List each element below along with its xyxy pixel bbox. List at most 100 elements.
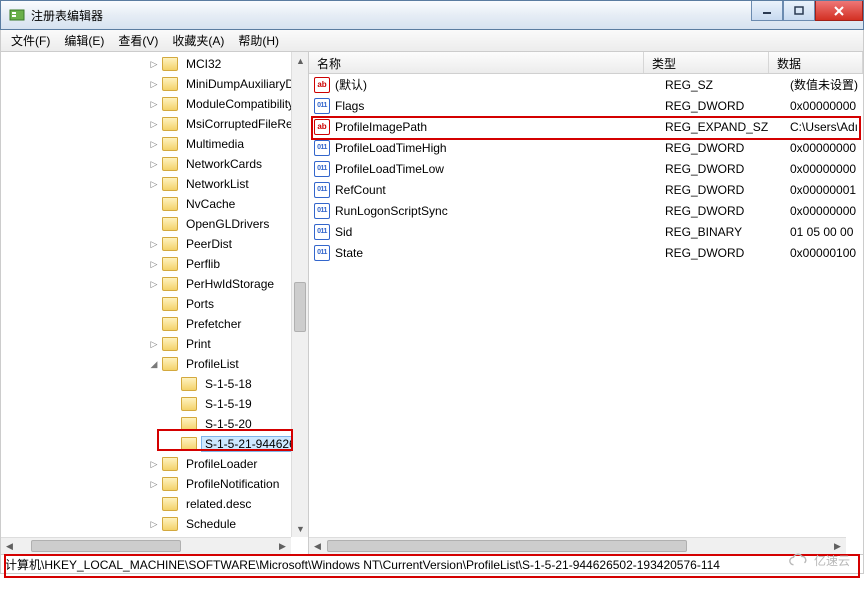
list-scrollbar-horizontal[interactable]: ◀ ▶ <box>309 537 846 554</box>
tree-item-label: Print <box>182 337 215 351</box>
expand-icon[interactable]: ▷ <box>148 518 160 530</box>
value-name: ProfileLoadTimeHigh <box>335 141 665 155</box>
value-name: RefCount <box>335 183 665 197</box>
tree-item[interactable]: ▷ Print <box>1 334 308 354</box>
string-value-icon: ab <box>313 77 331 93</box>
folder-icon <box>162 297 178 311</box>
list-header: 名称 类型 数据 <box>309 52 863 74</box>
value-data: 0x00000100 <box>790 246 863 260</box>
expand-icon <box>148 298 160 310</box>
tree-item[interactable]: ▷ MsiCorruptedFileRec <box>1 114 308 134</box>
tree-item[interactable]: Ports <box>1 294 308 314</box>
tree-scrollbar-vertical[interactable]: ▲ ▼ <box>291 52 308 537</box>
tree-item[interactable]: ▷ ModuleCompatibility <box>1 94 308 114</box>
folder-icon <box>181 437 197 451</box>
tree-item[interactable]: ▷PeerDist <box>1 234 308 254</box>
tree-item[interactable]: ▷ProfileNotification <box>1 474 308 494</box>
tree-item-label: ModuleCompatibility <box>182 97 298 111</box>
col-name[interactable]: 名称 <box>309 52 644 73</box>
expand-icon[interactable]: ▷ <box>148 278 160 290</box>
expand-icon[interactable]: ▷ <box>148 138 160 150</box>
minimize-button[interactable] <box>751 1 783 21</box>
value-row[interactable]: 011StateREG_DWORD0x00000100 <box>309 242 863 263</box>
menu-favorites[interactable]: 收藏夹(A) <box>166 30 230 51</box>
value-type: REG_DWORD <box>665 141 790 155</box>
value-data: 0x00000000 <box>790 99 863 113</box>
tree-item[interactable]: ◢ProfileList <box>1 354 308 374</box>
binary-value-icon: 011 <box>313 245 331 261</box>
expand-icon[interactable]: ▷ <box>148 158 160 170</box>
value-row[interactable]: 011SidREG_BINARY01 05 00 00 <box>309 221 863 242</box>
value-row[interactable]: ab(默认)REG_SZ(数值未设置) <box>309 74 863 95</box>
tree-item-label: NvCache <box>182 197 239 211</box>
value-type: REG_DWORD <box>665 246 790 260</box>
tree-item[interactable]: ▷MiniDumpAuxiliaryD <box>1 74 308 94</box>
value-name: (默认) <box>335 76 665 93</box>
binary-value-icon: 011 <box>313 140 331 156</box>
folder-icon <box>162 277 178 291</box>
expand-icon[interactable]: ▷ <box>148 178 160 190</box>
folder-icon <box>162 117 178 131</box>
value-list[interactable]: ab(默认)REG_SZ(数值未设置)011FlagsREG_DWORD0x00… <box>309 74 863 263</box>
value-name: ProfileImagePath <box>335 120 665 134</box>
status-path: 计算机\HKEY_LOCAL_MACHINE\SOFTWARE\Microsof… <box>5 556 720 573</box>
menu-edit[interactable]: 编辑(E) <box>58 30 110 51</box>
expand-icon <box>167 378 179 390</box>
menu-view[interactable]: 查看(V) <box>112 30 164 51</box>
tree-item[interactable]: OpenGLDrivers <box>1 214 308 234</box>
tree-item[interactable]: ▷PerHwIdStorage <box>1 274 308 294</box>
tree-item[interactable]: ▷NetworkList <box>1 174 308 194</box>
expand-icon[interactable]: ▷ <box>148 118 160 130</box>
value-data: 0x00000000 <box>790 141 863 155</box>
value-row[interactable]: 011ProfileLoadTimeLowREG_DWORD0x00000000 <box>309 158 863 179</box>
expand-icon[interactable]: ▷ <box>148 98 160 110</box>
folder-icon <box>162 337 178 351</box>
expand-icon[interactable]: ▷ <box>148 238 160 250</box>
value-row[interactable]: abProfileImagePathREG_EXPAND_SZC:\Users\… <box>309 116 863 137</box>
tree-item[interactable]: ▷NetworkCards <box>1 154 308 174</box>
tree-scrollbar-horizontal[interactable]: ◀ ▶ <box>1 537 291 554</box>
value-row[interactable]: 011RunLogonScriptSyncREG_DWORD0x00000000 <box>309 200 863 221</box>
value-row[interactable]: 011RefCountREG_DWORD0x00000001 <box>309 179 863 200</box>
expand-icon[interactable]: ▷ <box>148 58 160 70</box>
tree-item[interactable]: ▷Perflib <box>1 254 308 274</box>
tree-item[interactable]: ▷MCI32 <box>1 54 308 74</box>
expand-icon[interactable]: ▷ <box>148 258 160 270</box>
binary-value-icon: 011 <box>313 161 331 177</box>
expand-icon <box>148 498 160 510</box>
col-type[interactable]: 类型 <box>644 52 769 73</box>
menu-help[interactable]: 帮助(H) <box>232 30 285 51</box>
registry-tree[interactable]: ▷MCI32▷MiniDumpAuxiliaryD▷ModuleCompatib… <box>1 52 308 554</box>
expand-icon <box>167 418 179 430</box>
col-data[interactable]: 数据 <box>769 52 863 73</box>
tree-item-label: related.desc <box>182 497 255 511</box>
expand-icon[interactable]: ▷ <box>148 78 160 90</box>
tree-item[interactable]: S-1-5-20 <box>1 414 308 434</box>
tree-item-label: MsiCorruptedFileRec <box>182 117 303 131</box>
close-button[interactable] <box>815 1 863 21</box>
tree-item[interactable]: Prefetcher <box>1 314 308 334</box>
expand-icon[interactable]: ▷ <box>148 458 160 470</box>
value-name: RunLogonScriptSync <box>335 204 665 218</box>
expand-icon[interactable]: ▷ <box>148 478 160 490</box>
tree-item[interactable]: ▷ProfileLoader <box>1 454 308 474</box>
value-row[interactable]: 011FlagsREG_DWORD0x00000000 <box>309 95 863 116</box>
tree-item[interactable]: ▷Schedule <box>1 514 308 534</box>
tree-item[interactable]: NvCache <box>1 194 308 214</box>
tree-item[interactable]: S-1-5-19 <box>1 394 308 414</box>
value-type: REG_EXPAND_SZ <box>665 120 790 134</box>
tree-item[interactable]: S-1-5-18 <box>1 374 308 394</box>
expand-icon[interactable]: ◢ <box>148 358 160 370</box>
expand-icon[interactable]: ▷ <box>148 338 160 350</box>
tree-item[interactable]: related.desc <box>1 494 308 514</box>
value-type: REG_DWORD <box>665 99 790 113</box>
tree-item[interactable]: ▷Multimedia <box>1 134 308 154</box>
tree-item[interactable]: S-1-5-21-944626 <box>1 434 308 454</box>
value-row[interactable]: 011 ProfileLoadTimeHighREG_DWORD0x0000000… <box>309 137 863 158</box>
folder-icon <box>162 457 178 471</box>
menu-file[interactable]: 文件(F) <box>5 30 56 51</box>
value-data: (数值未设置) <box>790 76 863 93</box>
maximize-button[interactable] <box>783 1 815 21</box>
folder-icon <box>162 237 178 251</box>
folder-icon <box>162 157 178 171</box>
